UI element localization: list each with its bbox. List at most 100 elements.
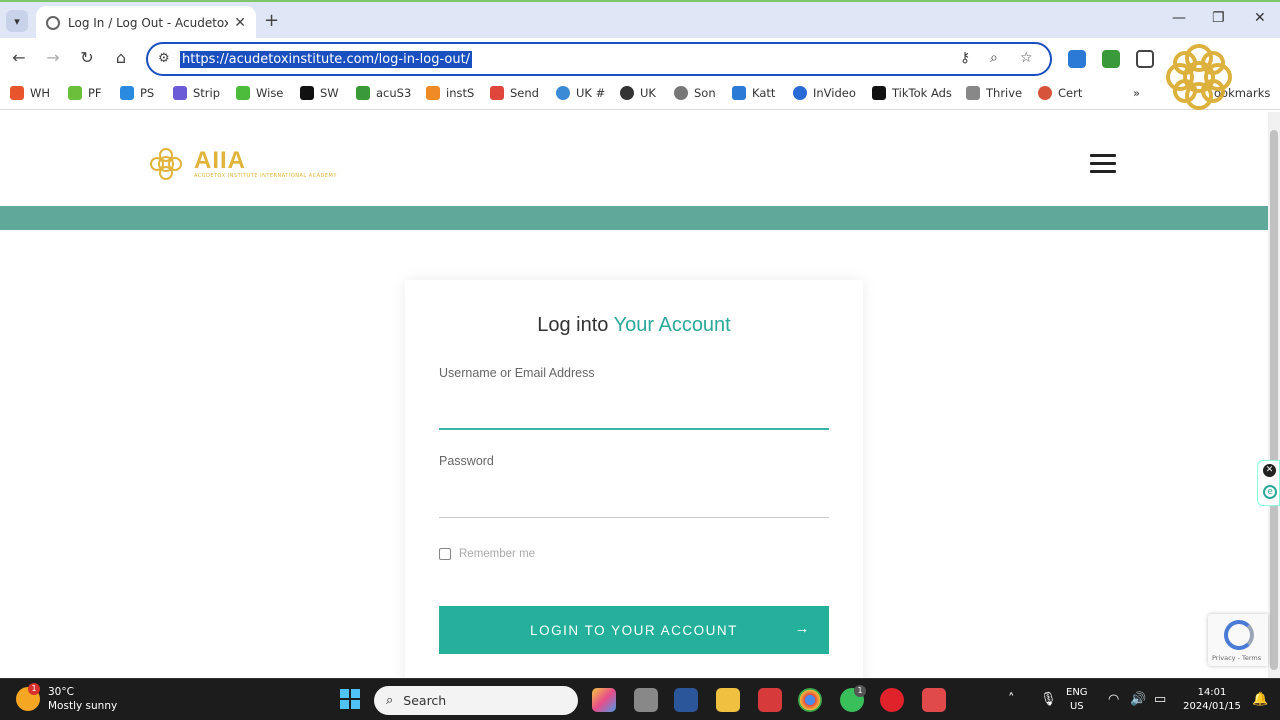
remember-me-label: Remember me — [459, 548, 536, 560]
bookmark-favicon-icon — [674, 86, 688, 100]
language-indicator[interactable]: ENG US — [1066, 686, 1088, 714]
home-icon[interactable]: ⌂ — [110, 48, 132, 67]
login-button-label: LOGIN TO YOUR ACCOUNT — [530, 622, 738, 638]
username-input[interactable] — [439, 398, 829, 430]
site-logo[interactable]: AIIA ACUDETOX INSTITUTE INTERNATIONAL AC… — [146, 144, 337, 184]
weather-badge: 1 — [28, 683, 40, 695]
weather-widget[interactable]: 1 30°C Mostly sunny — [16, 683, 118, 713]
bookmark-favicon-icon — [10, 86, 24, 100]
bookmark-item[interactable]: Strip — [173, 86, 220, 100]
recaptcha-icon — [1224, 620, 1254, 650]
bookmark-favicon-icon — [236, 86, 250, 100]
bookmark-favicon-icon — [872, 86, 886, 100]
chevron-up-icon[interactable]: ˄ — [1008, 692, 1015, 707]
extensions-puzzle-icon[interactable] — [1136, 50, 1154, 68]
bookmark-item[interactable]: Cert — [1038, 86, 1082, 100]
word-icon[interactable] — [674, 688, 698, 712]
scrollbar-thumb[interactable] — [1270, 130, 1278, 670]
recaptcha-badge[interactable]: Privacy - Terms — [1208, 614, 1268, 666]
screen-recorder-icon[interactable] — [758, 688, 782, 712]
tab-title: Log In / Log Out - Acudetox In: — [68, 16, 228, 30]
bookmark-item[interactable]: SW — [300, 86, 339, 100]
bookmark-favicon-icon — [793, 86, 807, 100]
task-view-icon[interactable] — [634, 688, 658, 712]
aiia-emblem-icon — [150, 148, 182, 180]
download-extension-icon[interactable] — [1102, 50, 1120, 68]
whatsapp-badge: 1 — [854, 685, 866, 697]
bookmarks-overflow-button[interactable]: » — [1133, 86, 1140, 100]
bookmark-item[interactable]: Katt — [732, 86, 775, 100]
minimize-icon[interactable]: — — [1172, 10, 1186, 26]
chrome-icon[interactable] — [798, 688, 822, 712]
reload-icon[interactable]: ↻ — [76, 48, 98, 67]
login-title: Log into Your Account — [537, 314, 731, 336]
bookmark-item[interactable]: Son — [674, 86, 716, 100]
opera-icon[interactable] — [880, 688, 904, 712]
site-settings-icon[interactable]: ⚙ — [158, 51, 170, 66]
bookmark-favicon-icon — [1038, 86, 1052, 100]
bookmark-item[interactable]: acuS3 — [356, 86, 411, 100]
login-button[interactable]: LOGIN TO YOUR ACCOUNT → — [439, 606, 829, 654]
web-page: AIIA ACUDETOX INSTITUTE INTERNATIONAL AC… — [0, 112, 1268, 678]
copilot-icon[interactable] — [592, 688, 616, 712]
bookmark-item[interactable]: Send — [490, 86, 539, 100]
windows-taskbar: 1 30°C Mostly sunny ⌕ Search 1 ˄ 🎙 ENG U… — [0, 678, 1280, 720]
back-arrow-icon[interactable]: ← — [8, 48, 30, 67]
bookmark-item[interactable]: UK # — [556, 86, 605, 100]
restore-icon[interactable]: ❐ — [1212, 10, 1225, 26]
remember-me-checkbox[interactable] — [439, 548, 451, 560]
bookmark-item[interactable]: PS — [120, 86, 154, 100]
page-scrollbar[interactable] — [1268, 112, 1280, 678]
windows-start-icon[interactable] — [340, 689, 360, 709]
volume-icon[interactable]: 🔊 — [1130, 692, 1146, 707]
bookmark-favicon-icon — [120, 86, 134, 100]
site-favicon-icon — [46, 16, 60, 30]
widget-e-icon[interactable]: e — [1263, 485, 1277, 499]
chevron-down-icon: ▾ — [14, 14, 20, 28]
menu-hamburger-icon[interactable] — [1090, 154, 1116, 178]
url-text[interactable]: https://acudetoxinstitute.com/log-in-log… — [180, 51, 473, 68]
bookmark-favicon-icon — [732, 86, 746, 100]
battery-icon[interactable]: ▭ — [1154, 692, 1166, 707]
address-bar[interactable]: ⚙ https://acudetoxinstitute.com/log-in-l… — [146, 42, 1052, 76]
recaptcha-text[interactable]: Privacy - Terms — [1212, 654, 1261, 662]
weather-temp: 30°C — [48, 686, 74, 698]
header-band — [0, 206, 1268, 230]
video-app-icon[interactable] — [922, 688, 946, 712]
bookmark-item[interactable]: instS — [426, 86, 474, 100]
widget-close-icon[interactable]: ✕ — [1263, 464, 1276, 477]
bookmark-item[interactable]: PF — [68, 86, 102, 100]
bookmarks-bar: WH PF PS Strip Wise SW acuS3 instS Send … — [0, 80, 1280, 110]
bookmark-item[interactable]: InVideo — [793, 86, 856, 100]
taskbar-search[interactable]: ⌕ Search — [374, 686, 578, 715]
bookmark-item[interactable]: TikTok Ads — [872, 86, 952, 100]
arrow-right-icon: → — [794, 620, 811, 637]
window-close-icon[interactable]: ✕ — [1254, 10, 1266, 26]
extension-icon[interactable] — [1068, 50, 1086, 68]
zoom-icon[interactable]: ⌕ — [990, 50, 998, 66]
bookmark-item[interactable]: WH — [10, 86, 50, 100]
star-icon[interactable]: ☆ — [1020, 50, 1033, 66]
bookmark-item[interactable]: Wise — [236, 86, 283, 100]
tab-active[interactable]: Log In / Log Out - Acudetox In: ✕ — [36, 6, 256, 40]
close-icon[interactable]: ✕ — [234, 15, 246, 31]
remember-me[interactable]: Remember me — [439, 548, 535, 560]
key-icon[interactable]: ⚷ — [960, 50, 970, 66]
username-label: Username or Email Address — [439, 366, 595, 380]
tab-search-button[interactable]: ▾ — [6, 10, 28, 32]
password-input[interactable] — [439, 486, 829, 518]
clock[interactable]: 14:01 2024/01/15 — [1180, 686, 1244, 714]
bookmark-favicon-icon — [556, 86, 570, 100]
wifi-icon[interactable]: ◠ — [1108, 692, 1119, 707]
bookmark-item[interactable]: Thrive — [966, 86, 1022, 100]
bookmark-item[interactable]: UK — [620, 86, 656, 100]
new-tab-button[interactable]: + — [264, 10, 279, 31]
forward-arrow-icon[interactable]: → — [42, 48, 64, 67]
microphone-icon[interactable]: 🎙 — [1040, 692, 1057, 707]
search-icon: ⌕ — [386, 693, 394, 708]
browser-toolbar: ← → ↻ ⌂ ⚙ https://acudetoxinstitute.com/… — [0, 38, 1280, 80]
notification-bell-icon[interactable]: 🔔 — [1252, 692, 1268, 707]
weather-desc: Mostly sunny — [48, 700, 118, 712]
file-explorer-icon[interactable] — [716, 688, 740, 712]
side-widget[interactable]: ✕ e — [1257, 460, 1280, 506]
